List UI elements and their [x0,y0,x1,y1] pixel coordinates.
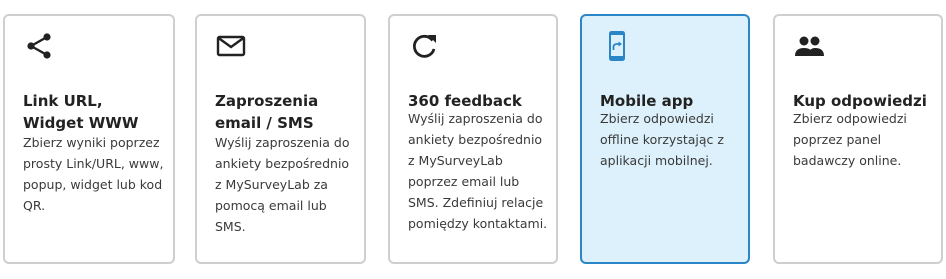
card-description: Zbierz wyniki poprzez prosty Link/URL, w… [23,135,164,213]
card-description: Wyślij zaproszenia do ankiety bezpośredn… [408,111,548,231]
card-link-url[interactable]: Link URL, Widget WWW Zbierz wyniki poprz… [3,14,175,264]
card-description: Wyślij zaproszenia do ankiety bezpośredn… [215,135,350,234]
card-360-feedback[interactable]: 360 feedback Wyślij zaproszenia do ankie… [388,14,558,264]
refresh-icon [408,30,440,62]
card-description: Zbierz odpowiedzi poprzez panel badawczy… [793,111,907,168]
card-title: Link URL, Widget WWW [23,92,139,132]
card-description: Zbierz odpowiedzi offline korzystając z … [600,111,724,168]
share-icon [23,30,55,62]
mobile-phone-icon [600,30,632,62]
card-title: Zaproszenia email / SMS [215,92,319,132]
email-icon [215,30,247,62]
card-buy-responses[interactable]: Kup odpowiedzi Zbierz odpowiedzi poprzez… [773,14,943,264]
card-email-sms[interactable]: Zaproszenia email / SMS Wyślij zaproszen… [195,14,366,264]
card-mobile-app[interactable]: Mobile app Zbierz odpowiedzi offline kor… [580,14,750,264]
people-icon [793,30,825,62]
